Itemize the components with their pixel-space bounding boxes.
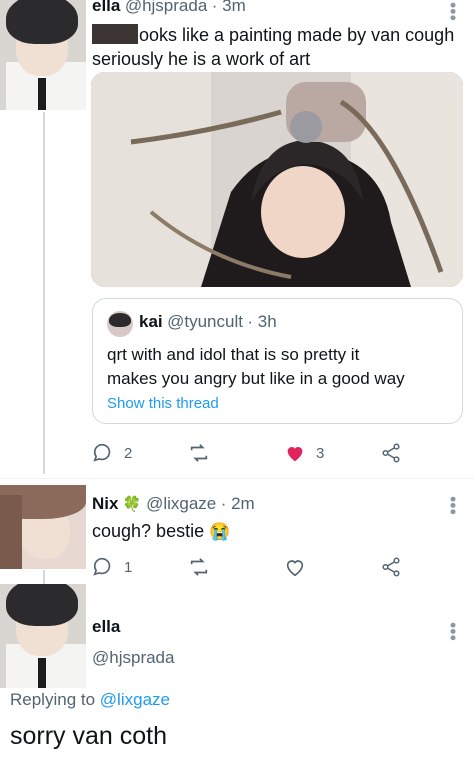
- tweet-image[interactable]: [91, 72, 463, 287]
- like-button[interactable]: 3: [284, 442, 324, 464]
- author-name[interactable]: ella: [92, 617, 120, 637]
- divider: [0, 478, 474, 479]
- tweet-text-line2: seriously he is a work of art: [92, 49, 311, 69]
- replying-to: Replying to @lixgaze: [10, 690, 170, 710]
- quote-text-line1: qrt with and idol that is so pretty it: [107, 345, 360, 364]
- tweet-text: cough? bestie 😭: [92, 520, 230, 543]
- like-count: 3: [316, 444, 325, 462]
- reply-icon: [93, 557, 111, 576]
- quote-author-name: kai: [139, 312, 163, 331]
- author-handle[interactable]: @hjsprada: [92, 648, 174, 668]
- share-icon: [382, 557, 400, 577]
- thread-connector: [43, 112, 45, 474]
- avatar: [107, 311, 133, 337]
- reply-icon: [93, 443, 111, 462]
- retweet-icon: [190, 444, 208, 462]
- more-options-icon[interactable]: •••: [443, 622, 463, 641]
- inline-image: [92, 24, 138, 44]
- reply-count: 2: [124, 444, 133, 462]
- quoted-tweet[interactable]: kai @tyuncult · 3h qrt with and idol tha…: [92, 298, 463, 424]
- tweet-text-body: cough? bestie: [92, 521, 205, 541]
- clover-emoji: 🍀: [122, 496, 142, 513]
- replying-to-label: Replying to: [10, 690, 96, 709]
- tweet-text-line1: ooks like a painting made by van cough: [139, 25, 455, 45]
- quote-timestamp: · 3h: [247, 312, 277, 331]
- retweet-button[interactable]: [188, 442, 210, 464]
- author-name[interactable]: ella: [92, 0, 120, 15]
- author-handle[interactable]: @lixgaze: [146, 494, 216, 513]
- reply-button[interactable]: 1: [92, 556, 132, 578]
- quote-header: kai @tyuncult · 3h: [139, 312, 277, 332]
- heart-filled-icon: [287, 447, 303, 462]
- show-thread-link[interactable]: Show this thread: [107, 395, 219, 412]
- quote-text-line2: makes you angry but like in a good way: [107, 369, 405, 388]
- retweet-icon: [190, 558, 208, 576]
- share-button[interactable]: [380, 556, 402, 578]
- timestamp[interactable]: · 3m: [212, 0, 246, 15]
- reply-count: 1: [124, 558, 133, 576]
- tweet-header: ella @hjsprada · 3m: [92, 0, 246, 16]
- author-name[interactable]: Nix: [92, 494, 118, 513]
- avatar[interactable]: [0, 584, 86, 688]
- crying-emoji: 😭: [209, 522, 231, 541]
- tweet-header: Nix 🍀 @lixgaze · 2m: [92, 494, 255, 514]
- timestamp[interactable]: · 2m: [221, 494, 255, 513]
- more-options-icon[interactable]: •••: [443, 2, 463, 21]
- tweet-text: sorry van coth: [10, 722, 168, 750]
- share-button[interactable]: [380, 442, 402, 464]
- artwork-image: [91, 72, 463, 287]
- avatar[interactable]: [0, 0, 86, 110]
- avatar[interactable]: [0, 485, 86, 569]
- heart-outline-icon: [286, 560, 304, 577]
- author-handle[interactable]: @hjsprada: [125, 0, 207, 15]
- share-icon: [382, 443, 400, 463]
- retweet-button[interactable]: [188, 556, 210, 578]
- more-options-icon[interactable]: •••: [443, 496, 463, 515]
- thread-connector: [43, 570, 45, 584]
- quote-author-handle: @tyuncult: [167, 312, 243, 331]
- like-button[interactable]: [284, 556, 306, 578]
- reply-button[interactable]: 2: [92, 442, 132, 464]
- replying-to-mention[interactable]: @lixgaze: [100, 690, 170, 709]
